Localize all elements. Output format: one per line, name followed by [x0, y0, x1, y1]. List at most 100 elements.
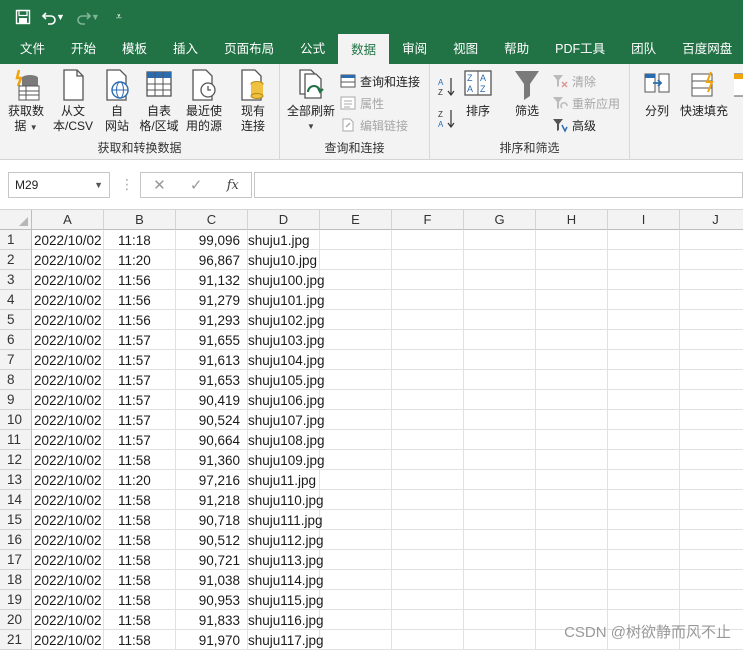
save-icon[interactable] — [10, 4, 36, 30]
cell-time[interactable]: 11:58 — [118, 590, 151, 610]
cell-filename[interactable]: shuju10.jpg — [248, 250, 317, 270]
clear-filter-button[interactable]: 清除 — [552, 70, 596, 92]
customize-qat-icon[interactable]: ⩡ — [106, 4, 132, 30]
cell-size[interactable]: 90,953 — [172, 590, 240, 610]
cell-time[interactable]: 11:57 — [118, 350, 151, 370]
cell-size[interactable]: 91,218 — [172, 490, 240, 510]
row-header[interactable]: 19 — [0, 590, 32, 610]
cell-size[interactable]: 91,360 — [172, 450, 240, 470]
cell-size[interactable]: 91,833 — [172, 610, 240, 630]
row-header[interactable]: 1 — [0, 230, 32, 250]
cell-filename[interactable]: shuju101.jpg — [248, 290, 325, 310]
cell-size[interactable]: 91,132 — [172, 270, 240, 290]
cell-time[interactable]: 11:58 — [118, 630, 151, 650]
tab-pdf-tools[interactable]: PDF工具 — [542, 34, 618, 64]
cell-date[interactable]: 2022/10/02 — [34, 550, 102, 570]
cell-date[interactable]: 2022/10/02 — [34, 330, 102, 350]
cell-date[interactable]: 2022/10/02 — [34, 610, 102, 630]
column-header-c[interactable]: C — [176, 210, 248, 230]
cell-size[interactable]: 90,664 — [172, 430, 240, 450]
column-header-f[interactable]: F — [392, 210, 464, 230]
cell-time[interactable]: 11:58 — [118, 530, 151, 550]
tab-data[interactable]: 数据 — [338, 34, 390, 64]
cell-size[interactable]: 97,216 — [172, 470, 240, 490]
flash-fill-button[interactable]: 快速填充 — [678, 68, 730, 119]
refresh-all-dropdown-icon[interactable]: ▼ — [307, 119, 315, 134]
cell-time[interactable]: 11:58 — [118, 610, 151, 630]
tab-review[interactable]: 审阅 — [389, 34, 440, 64]
tab-formulas[interactable]: 公式 — [287, 34, 338, 64]
row-header[interactable]: 18 — [0, 570, 32, 590]
tab-baidu-netdisk[interactable]: 百度网盘 — [669, 34, 743, 64]
text-to-columns-button[interactable]: 分列 — [640, 68, 674, 119]
cell-time[interactable]: 11:56 — [118, 290, 151, 310]
cell-filename[interactable]: shuju114.jpg — [248, 570, 324, 590]
from-table-button[interactable]: 自表 格/区域 — [136, 68, 182, 134]
cell-size[interactable]: 91,970 — [172, 630, 240, 650]
cell-filename[interactable]: shuju117.jpg — [248, 630, 324, 650]
cell-filename[interactable]: shuju106.jpg — [248, 390, 325, 410]
cell-filename[interactable]: shuju104.jpg — [248, 350, 325, 370]
from-text-csv-button[interactable]: 从文 本/CSV — [50, 68, 96, 134]
row-header[interactable]: 7 — [0, 350, 32, 370]
cell-filename[interactable]: shuju103.jpg — [248, 330, 325, 350]
column-header-g[interactable]: G — [464, 210, 536, 230]
cell-time[interactable]: 11:20 — [118, 250, 151, 270]
tab-help[interactable]: 帮助 — [491, 34, 542, 64]
cell-filename[interactable]: shuju109.jpg — [248, 450, 325, 470]
cell-date[interactable]: 2022/10/02 — [34, 430, 102, 450]
cell-filename[interactable]: shuju105.jpg — [248, 370, 325, 390]
remove-duplicates-button-partial[interactable] — [734, 68, 743, 104]
row-header[interactable]: 8 — [0, 370, 32, 390]
cell-time[interactable]: 11:57 — [118, 330, 151, 350]
row-header[interactable]: 3 — [0, 270, 32, 290]
properties-button[interactable]: 属性 — [340, 92, 384, 114]
column-header-a[interactable]: A — [32, 210, 104, 230]
name-box-dropdown-icon[interactable]: ▼ — [94, 173, 103, 197]
cell-date[interactable]: 2022/10/02 — [34, 290, 102, 310]
cell-date[interactable]: 2022/10/02 — [34, 470, 102, 490]
tab-home[interactable]: 开始 — [58, 34, 109, 64]
tab-file[interactable]: 文件 — [0, 34, 58, 64]
cell-date[interactable]: 2022/10/02 — [34, 630, 102, 650]
row-header[interactable]: 2 — [0, 250, 32, 270]
cell-filename[interactable]: shuju111.jpg — [248, 510, 323, 530]
cell-date[interactable]: 2022/10/02 — [34, 390, 102, 410]
cell-filename[interactable]: shuju110.jpg — [248, 490, 324, 510]
refresh-all-button[interactable]: 全部刷新 ▼ — [286, 68, 336, 134]
advanced-filter-button[interactable]: 高级 — [552, 114, 596, 136]
row-header[interactable]: 20 — [0, 610, 32, 630]
row-header[interactable]: 9 — [0, 390, 32, 410]
cell-filename[interactable]: shuju112.jpg — [248, 530, 324, 550]
queries-connections-button[interactable]: 查询和连接 — [340, 70, 420, 92]
cell-size[interactable]: 91,038 — [172, 570, 240, 590]
reapply-button[interactable]: 重新应用 — [552, 92, 620, 114]
insert-function-icon[interactable]: fx — [227, 178, 239, 193]
cell-size[interactable]: 96,867 — [172, 250, 240, 270]
formula-bar-grip-icon[interactable]: ⋮ — [120, 176, 134, 193]
column-header-b[interactable]: B — [104, 210, 176, 230]
cell-date[interactable]: 2022/10/02 — [34, 270, 102, 290]
tab-template[interactable]: 模板 — [109, 34, 160, 64]
cell-filename[interactable]: shuju107.jpg — [248, 410, 325, 430]
get-data-button[interactable]: 获取数 据 ▼ — [6, 68, 46, 135]
cell-size[interactable]: 91,293 — [172, 310, 240, 330]
cell-date[interactable]: 2022/10/02 — [34, 450, 102, 470]
cell-time[interactable]: 11:58 — [118, 510, 151, 530]
cell-filename[interactable]: shuju102.jpg — [248, 310, 325, 330]
cell-filename[interactable]: shuju116.jpg — [248, 610, 324, 630]
cell-time[interactable]: 11:57 — [118, 430, 151, 450]
row-header[interactable]: 10 — [0, 410, 32, 430]
cell-date[interactable]: 2022/10/02 — [34, 310, 102, 330]
filter-button[interactable]: 筛选 — [510, 68, 544, 119]
cell-time[interactable]: 11:58 — [118, 450, 151, 470]
row-header[interactable]: 16 — [0, 530, 32, 550]
cell-size[interactable]: 90,419 — [172, 390, 240, 410]
cell-filename[interactable]: shuju108.jpg — [248, 430, 325, 450]
cell-size[interactable]: 91,613 — [172, 350, 240, 370]
edit-links-button[interactable]: 编辑链接 — [340, 114, 408, 136]
cell-size[interactable]: 90,512 — [172, 530, 240, 550]
cell-size[interactable]: 91,653 — [172, 370, 240, 390]
cell-size[interactable]: 91,655 — [172, 330, 240, 350]
column-header-i[interactable]: I — [608, 210, 680, 230]
